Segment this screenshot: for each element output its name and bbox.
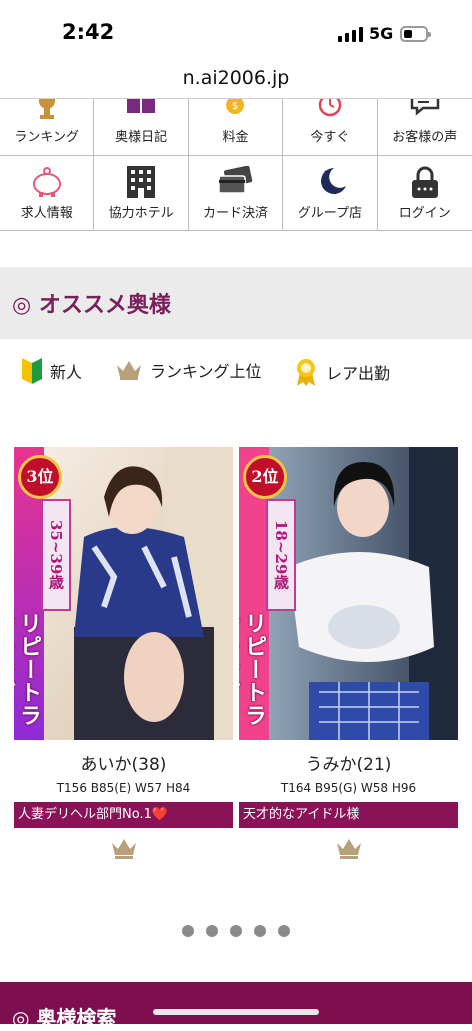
network-type: 5G — [369, 24, 394, 43]
carousel-dot[interactable] — [182, 925, 194, 937]
menu-item-price[interactable]: $ 料金 — [189, 99, 284, 155]
menu-item-now[interactable]: 今すぐ — [283, 99, 378, 155]
menu-item-ranking[interactable]: ランキング — [0, 99, 95, 155]
rank-badge: 2位 — [243, 455, 287, 499]
moon-icon — [320, 168, 346, 194]
legend-ranking: ランキング上位 — [116, 358, 262, 382]
legend: 新人 ランキング上位 レア出勤 — [0, 358, 472, 392]
search-title: ◎ 奥様検索 — [12, 1006, 117, 1030]
cast-name[interactable]: うみか(21) — [239, 750, 458, 775]
piggy-bank-icon — [32, 167, 61, 197]
carousel-dot[interactable] — [254, 925, 266, 937]
repeat-ranking-label: リピートランキング — [14, 612, 42, 727]
search-section-header: ◎ 奥様検索 — [0, 982, 472, 1030]
menu-row-2: 求人情報 協力ホテル カード決済 グループ店 ログイン — [0, 155, 472, 231]
legend-new: 新人 — [22, 358, 82, 384]
lock-icon — [411, 166, 438, 198]
repeat-ranking-label: リピートランキング — [239, 612, 267, 727]
status-bar: 2:42 5G — [0, 0, 472, 62]
legend-rare: レア出勤 — [294, 358, 390, 386]
menu-grid: ランキング 奥様日記 $ 料金 今すぐ お客様の声 求人情報 協力ホテル カード… — [0, 98, 472, 231]
carousel-dots — [0, 925, 472, 937]
crown-icon — [117, 361, 141, 380]
cast-photo[interactable]: 2位 18~29歳 リピートランキング — [239, 447, 458, 740]
menu-item-group[interactable]: グループ店 — [283, 156, 378, 230]
carousel-dot[interactable] — [206, 925, 218, 937]
chat-bubble-icon — [410, 99, 439, 116]
age-range-label: 35~39歳 — [41, 499, 71, 611]
cast-name[interactable]: あいか(38) — [14, 750, 233, 775]
section-title: ◎ オススメ奥様 — [12, 293, 171, 318]
trophy-icon — [38, 99, 55, 119]
recommend-section-header: ◎ オススメ奥様 — [0, 267, 472, 339]
svg-text:$: $ — [232, 101, 238, 112]
rank-badge: 3位 — [18, 455, 62, 499]
cast-card-1[interactable]: 3位 35~39歳 リピートランキング あいか(38) T156 B85(E) … — [14, 447, 233, 864]
cast-card-2[interactable]: 2位 18~29歳 リピートランキング うみか(21) T164 B95(G) … — [239, 447, 458, 864]
status-time: 2:42 — [62, 20, 115, 44]
menu-item-diary[interactable]: 奥様日記 — [94, 99, 189, 155]
alarm-clock-icon — [318, 99, 342, 117]
menu-row-1: ランキング 奥様日記 $ 料金 今すぐ お客様の声 — [0, 99, 472, 155]
home-indicator[interactable] — [153, 1009, 319, 1015]
battery-icon — [400, 26, 431, 42]
menu-item-card[interactable]: カード決済 — [189, 156, 284, 230]
url-bar[interactable]: n.ai2006.jp — [0, 62, 472, 96]
crown-icon — [239, 838, 458, 864]
cast-catchphrase: 人妻デリヘル部門No.1❤️ — [14, 802, 233, 828]
carousel-dot[interactable] — [278, 925, 290, 937]
beginner-mark-icon — [22, 358, 42, 384]
building-icon — [127, 166, 156, 198]
cast-catchphrase: 天才的なアイドル様 — [239, 802, 458, 828]
menu-item-hotel[interactable]: 協力ホテル — [94, 156, 189, 230]
book-icon — [127, 99, 156, 113]
cast-size: T156 B85(E) W57 H84 — [56, 781, 191, 795]
credit-card-icon — [218, 166, 253, 194]
rosette-icon — [297, 359, 315, 386]
carousel-dot[interactable] — [230, 925, 242, 937]
menu-item-voice[interactable]: お客様の声 — [378, 99, 472, 155]
menu-item-recruit[interactable]: 求人情報 — [0, 156, 95, 230]
cast-size: T164 B95(G) W58 H96 — [280, 781, 417, 795]
coins-icon: $ — [226, 99, 245, 114]
menu-item-login[interactable]: ログイン — [378, 156, 472, 230]
crown-icon — [14, 838, 233, 864]
signal-icon — [338, 27, 363, 42]
cast-photo[interactable]: 3位 35~39歳 リピートランキング — [14, 447, 233, 740]
age-range-label: 18~29歳 — [266, 499, 296, 611]
